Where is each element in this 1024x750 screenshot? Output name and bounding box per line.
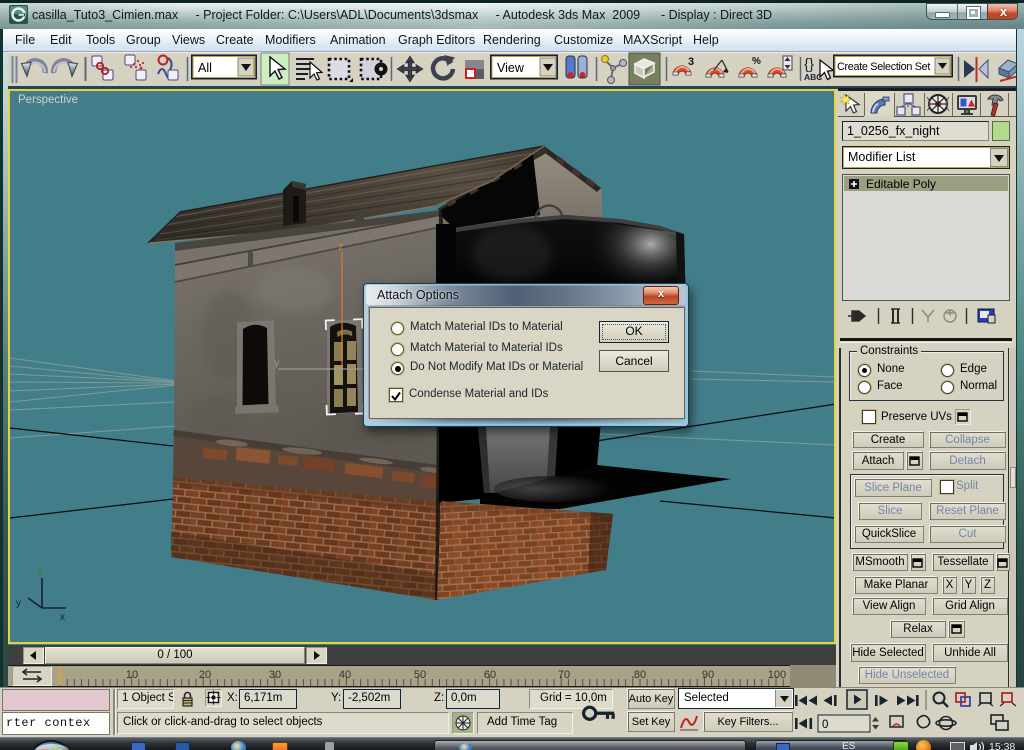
svg-text:0: 0 <box>822 719 828 731</box>
svg-text:90: 90 <box>702 669 714 681</box>
svg-text:z: z <box>338 241 344 253</box>
svg-text:100: 100 <box>768 669 786 681</box>
svg-text:Perspective: Perspective <box>18 94 78 106</box>
svg-text:%: % <box>752 56 761 67</box>
svg-text:40: 40 <box>339 669 351 681</box>
svg-text:3: 3 <box>688 56 694 68</box>
svg-text:50: 50 <box>414 669 426 681</box>
svg-text:80: 80 <box>634 669 646 681</box>
svg-text:{}: {} <box>804 56 814 73</box>
svg-text:y: y <box>16 598 21 609</box>
svg-text:70: 70 <box>558 669 570 681</box>
svg-text:20: 20 <box>199 669 211 681</box>
svg-text:y: y <box>274 357 280 369</box>
svg-text:60: 60 <box>484 669 496 681</box>
svg-text:10: 10 <box>126 669 138 681</box>
svg-text:z: z <box>38 567 43 578</box>
svg-text:Create Selection Set: Create Selection Set <box>837 61 930 73</box>
svg-text:x: x <box>60 612 65 623</box>
svg-text:View: View <box>497 61 525 75</box>
svg-text:30: 30 <box>269 669 281 681</box>
svg-text:All: All <box>198 61 212 75</box>
